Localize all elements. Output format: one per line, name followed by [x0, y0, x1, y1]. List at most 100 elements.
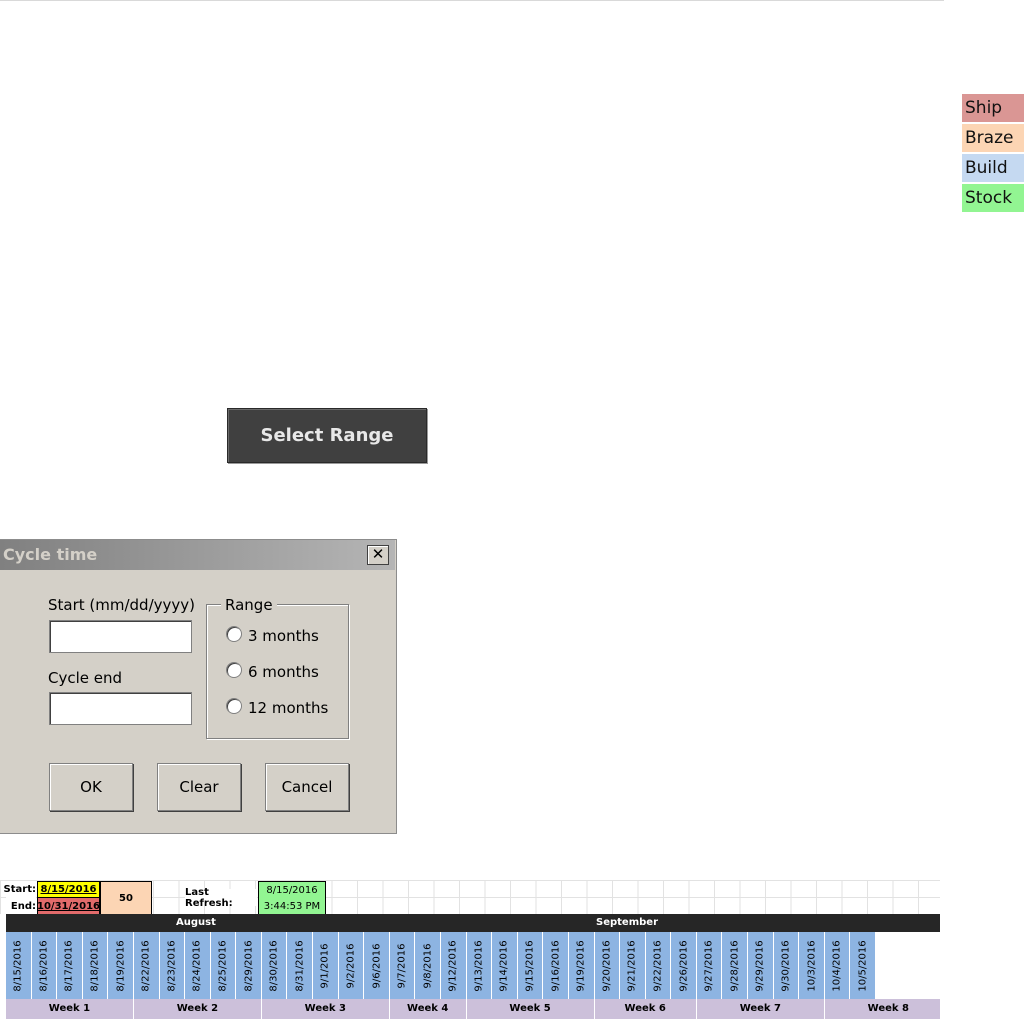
date-column-header[interactable]: 8/15/2016 — [6, 932, 32, 999]
week-header[interactable]: Week 7 — [696, 999, 825, 1019]
count-cell[interactable]: 50 — [100, 881, 152, 915]
status-legend: Ship Braze Build Stock — [962, 94, 1024, 214]
date-column-header[interactable]: 8/30/2016 — [261, 932, 288, 999]
date-column-header[interactable]: 9/13/2016 — [466, 932, 493, 999]
top-border-line — [0, 0, 944, 1]
date-column-header[interactable]: 9/28/2016 — [722, 932, 749, 999]
radio-12-months-label: 12 months — [248, 699, 329, 717]
date-column-header[interactable]: 9/12/2016 — [441, 932, 467, 999]
radio-button-icon[interactable] — [226, 626, 242, 642]
date-label: 8/29/2016 — [243, 939, 255, 992]
date-label: 8/24/2016 — [191, 939, 203, 992]
cycle-time-dialog: Cycle time ✕ Start (mm/dd/yyyy) Cycle en… — [0, 539, 397, 834]
radio-button-icon[interactable] — [226, 662, 242, 678]
date-column-header[interactable]: 9/7/2016 — [389, 932, 416, 999]
date-label: 9/16/2016 — [550, 939, 562, 992]
date-column-header[interactable]: 9/30/2016 — [773, 932, 800, 999]
end-date-cell[interactable]: 10/31/2016 — [37, 898, 100, 915]
legend-build: Build — [962, 154, 1024, 182]
month-august: August — [176, 917, 216, 928]
start-date-cell[interactable]: 8/15/2016 — [37, 881, 100, 898]
date-label: 8/31/2016 — [294, 939, 306, 992]
radio-3-months[interactable]: 3 months — [226, 626, 319, 645]
date-column-header[interactable]: 9/14/2016 — [492, 932, 518, 999]
date-label: 8/16/2016 — [38, 939, 50, 992]
last-refresh-date[interactable]: 8/15/2016 — [258, 881, 326, 898]
date-label: 9/20/2016 — [601, 939, 613, 992]
date-label: 9/12/2016 — [447, 939, 459, 992]
date-header-row: 8/15/2016 8/16/2016 8/17/2016 8/18/2016 8/19… — [6, 932, 940, 999]
date-column-header[interactable]: 9/20/2016 — [594, 932, 621, 999]
dialog-title: Cycle time — [3, 545, 98, 564]
date-column-header[interactable]: 10/5/2016 — [850, 932, 877, 999]
date-column-header[interactable]: 9/16/2016 — [543, 932, 569, 999]
start-label: Start: — [4, 881, 36, 898]
last-refresh-time[interactable]: 3:44:53 PM — [258, 898, 326, 915]
date-column-header[interactable]: 9/1/2016 — [313, 932, 339, 999]
date-label: 10/5/2016 — [857, 939, 869, 992]
date-column-header[interactable]: 8/17/2016 — [57, 932, 83, 999]
week-header[interactable]: Week 2 — [133, 999, 262, 1019]
date-label: 9/19/2016 — [575, 939, 587, 992]
date-label: 9/30/2016 — [780, 939, 792, 992]
date-label: 9/1/2016 — [319, 943, 331, 988]
date-label: 9/28/2016 — [729, 939, 741, 992]
date-column-header[interactable]: 9/29/2016 — [748, 932, 774, 999]
radio-6-months-label: 6 months — [248, 663, 319, 681]
date-column-header[interactable]: 8/16/2016 — [31, 932, 58, 999]
date-column-header[interactable]: 8/31/2016 — [287, 932, 314, 999]
date-column-header[interactable]: 9/8/2016 — [415, 932, 441, 999]
date-column-header[interactable]: 8/25/2016 — [210, 932, 237, 999]
date-label: 8/19/2016 — [115, 939, 127, 992]
date-column-header[interactable]: 9/22/2016 — [645, 932, 672, 999]
week-header[interactable]: Week 5 — [466, 999, 595, 1019]
date-label: 8/18/2016 — [89, 939, 101, 992]
date-column-header[interactable]: 8/24/2016 — [185, 932, 211, 999]
date-label: 8/22/2016 — [140, 939, 152, 992]
week-header[interactable]: Week 3 — [261, 999, 390, 1019]
radio-3-months-label: 3 months — [248, 627, 319, 645]
legend-braze: Braze — [962, 124, 1024, 152]
select-range-button[interactable]: Select Range — [227, 408, 427, 463]
date-column-header[interactable]: 10/4/2016 — [824, 932, 851, 999]
radio-12-months[interactable]: 12 months — [226, 698, 329, 717]
date-column-header[interactable]: 9/6/2016 — [364, 932, 390, 999]
date-column-header[interactable]: 9/19/2016 — [568, 932, 595, 999]
date-label: 8/15/2016 — [12, 939, 24, 992]
date-column-header[interactable]: 8/22/2016 — [133, 932, 160, 999]
date-label: 8/23/2016 — [166, 939, 178, 992]
week-header[interactable]: Week 4 — [389, 999, 467, 1019]
week-header[interactable]: Week 1 — [6, 999, 134, 1019]
date-column-header[interactable]: 9/27/2016 — [696, 932, 723, 999]
date-column-header[interactable]: 9/21/2016 — [620, 932, 646, 999]
radio-6-months[interactable]: 6 months — [226, 662, 319, 681]
radio-button-icon[interactable] — [226, 698, 242, 714]
start-date-input[interactable] — [49, 620, 192, 653]
date-label: 8/25/2016 — [217, 939, 229, 992]
date-column-header[interactable]: 8/18/2016 — [82, 932, 109, 999]
end-label: End: — [6, 898, 36, 915]
date-column-header[interactable]: 10/3/2016 — [799, 932, 825, 999]
cycle-end-input[interactable] — [49, 692, 192, 725]
close-icon[interactable]: ✕ — [367, 545, 389, 565]
date-label: 9/13/2016 — [473, 939, 485, 992]
schedule-sheet: Start: End: 8/15/2016 10/31/2016 50 Last… — [0, 880, 940, 1019]
date-label: 9/7/2016 — [396, 943, 408, 988]
date-column-header[interactable]: 8/29/2016 — [236, 932, 262, 999]
date-label: 9/21/2016 — [626, 939, 638, 992]
date-column-header[interactable]: 8/19/2016 — [108, 932, 134, 999]
date-column-header[interactable]: 9/2/2016 — [338, 932, 365, 999]
dialog-titlebar[interactable]: Cycle time ✕ — [0, 540, 395, 570]
week-header[interactable]: Week 6 — [594, 999, 697, 1019]
cancel-button[interactable]: Cancel — [265, 763, 349, 811]
date-label: 8/17/2016 — [63, 939, 75, 992]
date-column-header[interactable]: 9/15/2016 — [517, 932, 544, 999]
date-column-header[interactable]: 8/23/2016 — [159, 932, 186, 999]
date-column-header[interactable]: 9/26/2016 — [671, 932, 697, 999]
week-header-row: Week 1 Week 2 Week 3 Week 4 Week 5 Week 6 Week… — [6, 999, 940, 1019]
clear-button[interactable]: Clear — [157, 763, 241, 811]
range-group-label: Range — [221, 596, 277, 614]
week-header[interactable]: Week 8 — [824, 999, 940, 1019]
ok-button[interactable]: OK — [49, 763, 133, 811]
month-september: September — [596, 917, 658, 928]
